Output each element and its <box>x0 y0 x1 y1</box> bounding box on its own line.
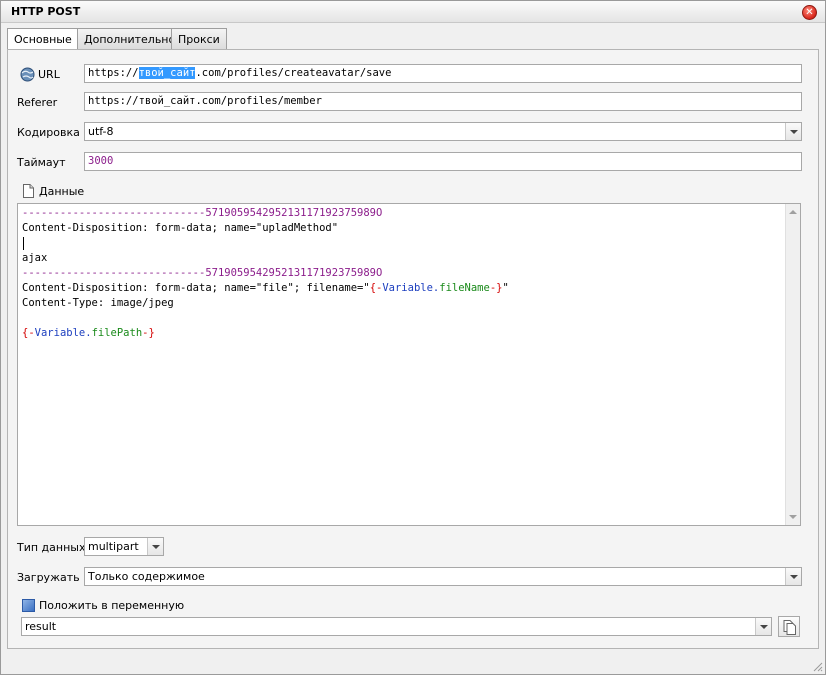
close-icon[interactable]: ✕ <box>802 5 817 20</box>
boundary-line-1: -----------------------------57190595429… <box>22 207 383 219</box>
data-type-select[interactable]: multipart <box>84 537 164 556</box>
chevron-down-icon[interactable] <box>785 123 801 140</box>
content-type-line: Content-Type: image/jpeg <box>22 297 174 309</box>
timeout-label: Таймаут <box>17 156 66 169</box>
load-select[interactable]: Только содержимое <box>84 567 802 586</box>
chevron-down-icon[interactable] <box>147 538 163 555</box>
put-in-variable-label: Положить в переменную <box>39 599 185 612</box>
var-open-brace: {- <box>369 282 383 294</box>
chevron-down-icon[interactable] <box>755 618 771 635</box>
data-editor[interactable]: -----------------------------57190595429… <box>17 203 801 526</box>
url-suffix: .com/profiles/createavatar/save <box>195 67 392 79</box>
referer-input[interactable]: https://твой_сайт.com/profiles/member <box>84 92 802 111</box>
copy-variable-button[interactable] <box>778 616 800 637</box>
load-value: Только содержимое <box>88 570 205 583</box>
resize-grip-icon[interactable] <box>811 660 823 672</box>
var-close-brace-2: -} <box>142 327 155 339</box>
var-filepath: filePath <box>91 327 143 339</box>
var-namespace: Variable. <box>382 282 440 294</box>
tab-proxy[interactable]: Прокси <box>171 28 227 49</box>
url-prefix: https:// <box>88 67 139 79</box>
url-label: URL <box>38 68 60 81</box>
timeout-input[interactable]: 3000 <box>84 152 802 171</box>
var-filename: fileName <box>439 282 490 294</box>
window-title: HTTP POST <box>11 5 81 18</box>
data-type-value: multipart <box>88 540 139 553</box>
variable-name-select[interactable]: result <box>21 617 772 636</box>
text-cursor <box>23 237 24 250</box>
disposition-line-2-end: " <box>502 282 509 294</box>
filepath-variable-line: {-Variable.filePath-} <box>22 326 155 341</box>
tab-main[interactable]: Основные <box>7 28 79 50</box>
var-namespace-2: Variable. <box>34 327 92 339</box>
var-open-brace-2: {- <box>22 327 35 339</box>
encoding-select[interactable]: utf-8 <box>84 122 802 141</box>
tab-advanced[interactable]: Дополнительно <box>77 28 183 49</box>
load-label: Загружать <box>17 571 80 584</box>
scroll-down-icon[interactable] <box>789 515 797 519</box>
url-input[interactable]: https://твой_сайт.com/profiles/createava… <box>84 64 802 83</box>
data-label: Данные <box>39 185 85 198</box>
boundary-line-2: -----------------------------57190595429… <box>22 267 383 279</box>
var-close-brace: -} <box>489 282 503 294</box>
data-type-label: Тип данных <box>17 541 86 554</box>
url-selected-text: твой_сайт <box>138 67 196 79</box>
disposition-line-2-text: Content-Disposition: form-data; name="fi… <box>22 282 370 294</box>
copy-icon <box>783 620 796 635</box>
encoding-label: Кодировка <box>17 126 80 139</box>
title-bar: HTTP POST ✕ <box>1 1 825 23</box>
ajax-line: ajax <box>22 252 48 264</box>
http-post-dialog: HTTP POST ✕ Основные Дополнительно Прокс… <box>0 0 826 675</box>
variable-name-value: result <box>25 620 57 633</box>
chevron-down-icon[interactable] <box>785 568 801 585</box>
disposition-line-1: Content-Disposition: form-data; name="up… <box>22 222 339 234</box>
document-icon <box>23 184 34 198</box>
put-in-variable-checkbox[interactable] <box>22 599 35 612</box>
disposition-line-2: Content-Disposition: form-data; name="fi… <box>22 281 509 296</box>
scroll-up-icon[interactable] <box>789 210 797 214</box>
encoding-value: utf-8 <box>88 125 114 138</box>
globe-icon <box>20 67 35 82</box>
referer-label: Referer <box>17 96 58 109</box>
editor-scrollbar[interactable] <box>785 204 800 525</box>
